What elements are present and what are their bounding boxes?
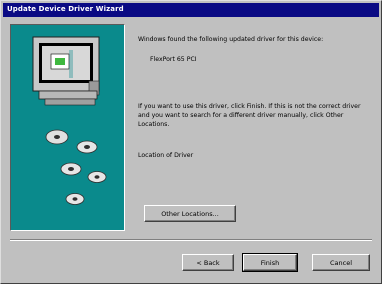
cancel-label: Cancel [329, 259, 353, 267]
finish-button[interactable]: Finish [242, 253, 298, 272]
title-bar[interactable]: Update Device Driver Wizard [3, 3, 379, 17]
computer-monitor-icon [32, 36, 100, 96]
computer-base-icon [38, 90, 98, 106]
window-title: Update Device Driver Wizard [7, 5, 124, 13]
device-name: FlexPort 65 PCI [150, 56, 197, 63]
finish-label: Finish [260, 259, 280, 267]
disk-icon-1 [45, 129, 69, 145]
disk-icon-2 [76, 140, 98, 154]
wizard-illustration [10, 24, 125, 231]
other-locations-label: Other Locations... [161, 210, 219, 218]
driver-location-label: Location of Driver [138, 152, 194, 159]
back-label: < Back [196, 259, 220, 267]
button-separator [10, 239, 372, 241]
disk-icon-5 [65, 193, 85, 205]
instruction-text: If you want to use this driver, click Fi… [138, 103, 361, 128]
back-button[interactable]: < Back [182, 254, 234, 271]
wizard-window: Update Device Driver Wizard Windows foun… [0, 0, 382, 284]
disk-icon-4 [87, 171, 107, 183]
cancel-button[interactable]: Cancel [312, 254, 370, 271]
found-driver-text: Windows found the following updated driv… [138, 36, 324, 43]
disk-icon-3 [60, 162, 82, 176]
other-locations-button[interactable]: Other Locations... [144, 205, 236, 222]
